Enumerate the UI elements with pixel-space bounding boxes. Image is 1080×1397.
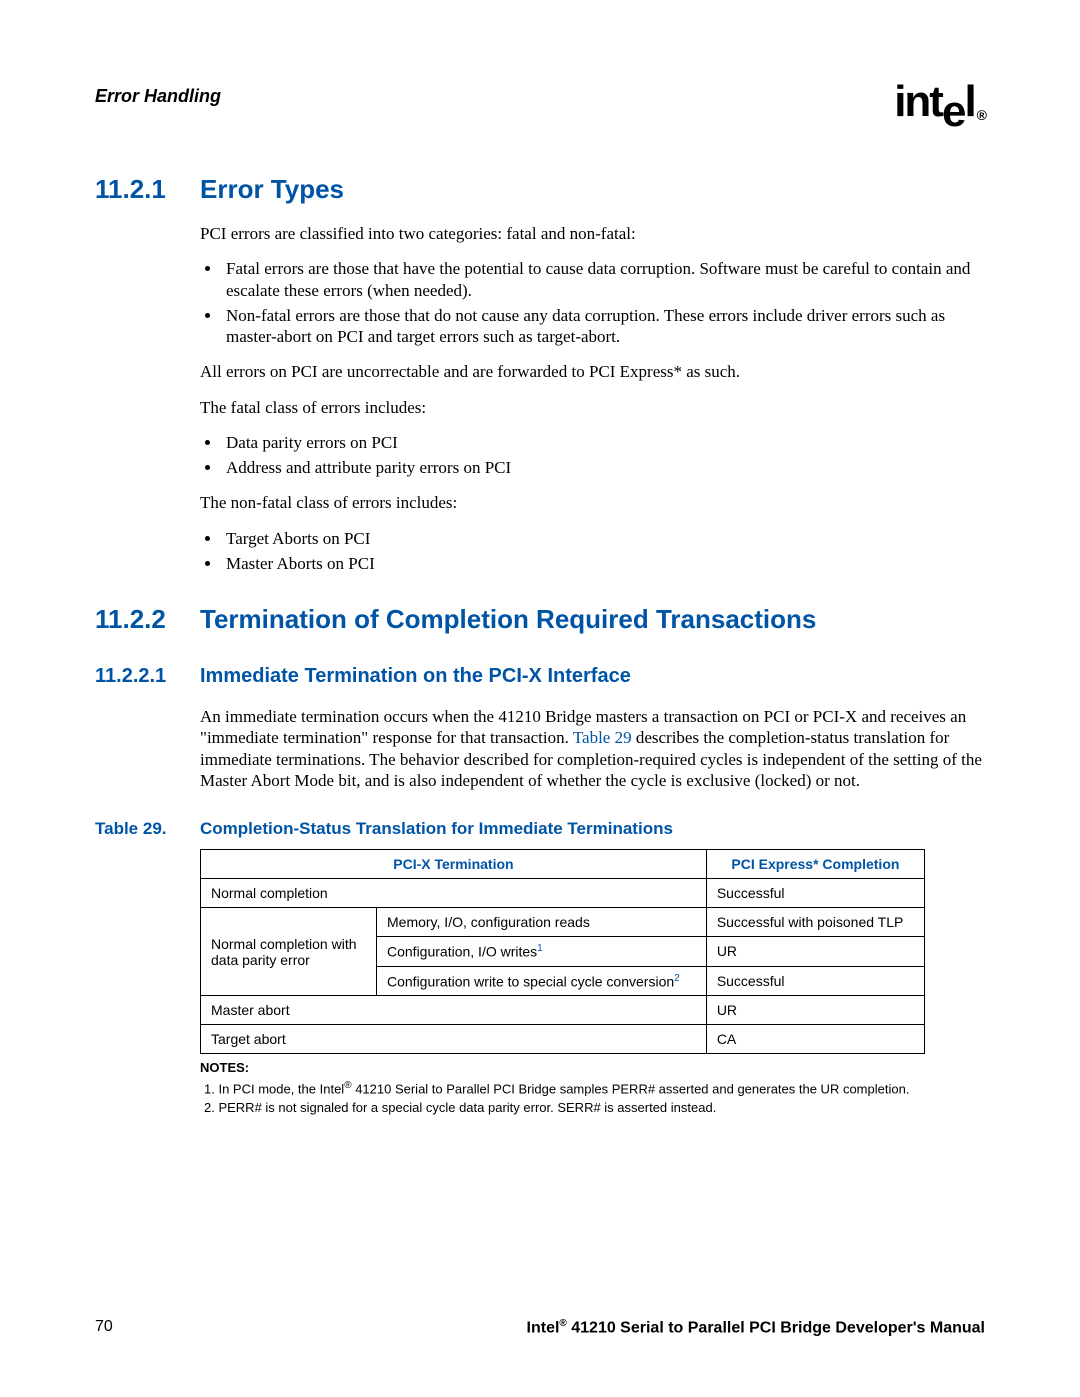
note-1: 1. In PCI mode, the Intel® 41210 Serial … [200,1079,925,1098]
table-row: Master abort UR [201,996,925,1025]
note-2: 2. PERR# is not signaled for a special c… [200,1100,925,1117]
table-cell: Successful [706,966,924,996]
notes-heading: NOTES: [200,1060,925,1077]
paragraph: The fatal class of errors includes: [200,397,985,418]
list-item: Target Aborts on PCI [222,528,985,549]
table-cell: Master abort [201,996,707,1025]
page-number: 70 [95,1318,113,1337]
table-row: Normal completion Successful [201,879,925,908]
table-cell: UR [706,937,924,967]
list-item: Non-fatal errors are those that do not c… [222,305,985,348]
table-cell: Memory, I/O, configuration reads [377,908,707,937]
table-cell: Normal completion with data parity error [201,908,377,996]
section-number: 11.2.1 [95,174,200,205]
footnote-reference[interactable]: 2 [674,973,680,984]
section-heading-11-2-2: 11.2.2 Termination of Completion Require… [95,604,985,635]
table-cell: UR [706,996,924,1025]
table-reference-link[interactable]: Table 29 [573,728,632,747]
table-title: Completion-Status Translation for Immedi… [200,819,673,839]
table-header-row: PCI-X Termination PCI Express* Completio… [201,850,925,879]
footnote-reference[interactable]: 1 [537,943,543,954]
section-heading-11-2-1: 11.2.1 Error Types [95,174,985,205]
table-cell: Configuration write to special cycle con… [377,966,707,996]
table-cell: Successful with poisoned TLP [706,908,924,937]
table-notes: NOTES: 1. In PCI mode, the Intel® 41210 … [200,1060,925,1117]
table-cell: CA [706,1025,924,1054]
bullet-list: Data parity errors on PCI Address and at… [200,432,985,479]
section-number: 11.2.2 [95,604,200,635]
section-body-11-2-2-1: An immediate termination occurs when the… [200,706,985,791]
intel-logo: intel® [894,80,985,124]
header-section-title: Error Handling [95,86,221,107]
section-heading-11-2-2-1: 11.2.2.1 Immediate Termination on the PC… [95,665,985,688]
table-row: Normal completion with data parity error… [201,908,925,937]
paragraph: The non-fatal class of errors includes: [200,492,985,513]
paragraph: All errors on PCI are uncorrectable and … [200,361,985,382]
table-header: PCI Express* Completion [706,850,924,879]
page-container: Error Handling intel® 11.2.1 Error Types… [0,0,1080,1397]
list-item: Fatal errors are those that have the pot… [222,258,985,301]
table-cell: Successful [706,879,924,908]
table-header: PCI-X Termination [201,850,707,879]
section-body-11-2-1: PCI errors are classified into two categ… [200,223,985,574]
section-title: Error Types [200,174,344,205]
page-footer: 70 Intel® 41210 Serial to Parallel PCI B… [95,1318,985,1337]
table-row: Target abort CA [201,1025,925,1054]
table-cell: Normal completion [201,879,707,908]
table-cell: Configuration, I/O writes1 [377,937,707,967]
paragraph: PCI errors are classified into two categ… [200,223,985,244]
section-title: Immediate Termination on the PCI-X Inter… [200,665,631,688]
completion-status-table: PCI-X Termination PCI Express* Completio… [200,849,925,1054]
table-cell: Target abort [201,1025,707,1054]
section-title: Termination of Completion Required Trans… [200,604,816,635]
list-item: Address and attribute parity errors on P… [222,457,985,478]
bullet-list: Fatal errors are those that have the pot… [200,258,985,347]
table-number: Table 29. [95,819,200,839]
section-number: 11.2.2.1 [95,665,200,688]
document-title: Intel® 41210 Serial to Parallel PCI Brid… [527,1318,985,1337]
table-caption: Table 29. Completion-Status Translation … [95,819,985,839]
bullet-list: Target Aborts on PCI Master Aborts on PC… [200,528,985,575]
list-item: Master Aborts on PCI [222,553,985,574]
paragraph: An immediate termination occurs when the… [200,706,985,791]
page-header: Error Handling intel® [95,80,985,124]
list-item: Data parity errors on PCI [222,432,985,453]
